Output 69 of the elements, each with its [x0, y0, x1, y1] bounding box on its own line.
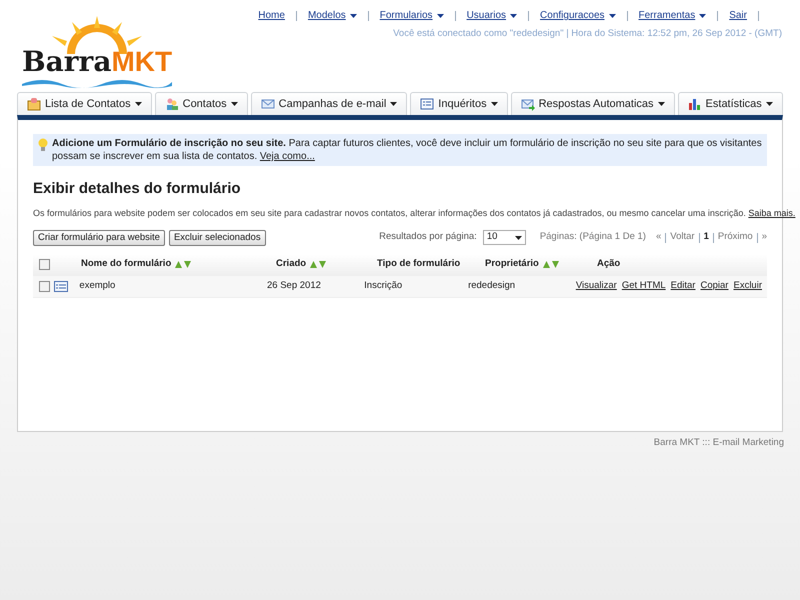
contact-list-icon — [27, 97, 41, 111]
page-title: Exibir detalhes do formulário — [33, 179, 242, 199]
login-status: Você está conectado como "rededesign" | Hora do Sistema: 12:52 pm, 26 Sep 2012 - (GMT) — [393, 27, 782, 41]
lightbulb-icon — [38, 138, 48, 152]
column-header: Ação — [597, 257, 620, 272]
caret-icon — [608, 14, 616, 18]
pager-link[interactable]: » — [762, 230, 767, 245]
see-how-link[interactable]: Veja como... — [260, 151, 315, 162]
column-header: Tipo de formulário — [377, 257, 460, 272]
caret-icon — [390, 102, 398, 106]
nav-link[interactable]: Usuarios — [466, 8, 518, 23]
caret-icon — [510, 14, 518, 18]
menu-tab[interactable]: Inquéritos — [410, 92, 508, 115]
action-link[interactable]: Excluir — [733, 280, 762, 291]
caret-icon — [658, 102, 665, 106]
nav-link[interactable]: Sair — [729, 8, 747, 23]
table-cell: rededesign — [468, 280, 516, 291]
pages-info: Páginas: (Página 1 De 1) — [540, 230, 646, 244]
nav-link[interactable]: Configuracoes — [540, 8, 616, 23]
caret-icon — [230, 102, 238, 106]
menu-tab[interactable]: Estatísticas — [678, 92, 783, 115]
logo-text: Barra — [22, 48, 112, 76]
column-header[interactable]: Criado — [276, 257, 326, 272]
toolbar-button[interactable]: Excluir selecionados — [168, 230, 266, 246]
action-link[interactable]: Copiar — [700, 280, 728, 291]
checkbox[interactable] — [39, 259, 50, 270]
form-icon — [420, 97, 434, 111]
envelope-icon — [260, 97, 275, 111]
checkbox[interactable] — [39, 280, 50, 292]
menu-tab[interactable]: Contatos — [154, 92, 248, 115]
caret-icon — [134, 102, 142, 106]
pager-link[interactable]: « — [656, 230, 662, 245]
caret-icon — [766, 102, 773, 106]
action-link[interactable]: Get HTML — [622, 280, 666, 291]
toolbar-button[interactable]: Criar formulário para website — [33, 230, 165, 246]
form-icon — [54, 280, 68, 292]
footer-text: Barra MKT ::: E-mail Marketing — [652, 436, 785, 450]
action-link[interactable]: Visualizar — [576, 280, 617, 291]
column-header[interactable]: Proprietário — [485, 257, 559, 272]
column-header[interactable]: Nome do formulário — [81, 257, 192, 272]
caret-icon — [350, 14, 357, 18]
nav-link[interactable]: Modelos — [308, 8, 357, 23]
menu-tab[interactable]: Campanhas de e-mail — [250, 92, 408, 115]
notice-text: Adicione um Formulário de inscrição no seu site. Para captar futuros clientes, você deve incluir um formulário de inscrição no seu site para que os visitantes possam se inscrever em sua lista de contatos. Veja como... — [52, 137, 762, 163]
pager-link[interactable]: Voltar — [670, 230, 695, 245]
sort-arrows-icon — [542, 261, 559, 268]
per-page-label: Resultados por página: — [379, 230, 477, 244]
table-cell: exemplo — [79, 280, 116, 291]
action-link[interactable]: Editar — [670, 280, 696, 291]
nav-link[interactable]: Formularios — [380, 8, 444, 23]
table-cell: Inscrição — [364, 280, 402, 291]
menu-tab[interactable]: Respostas Automaticas — [510, 92, 675, 115]
table-cell: 26 Sep 2012 — [267, 280, 321, 291]
people-icon — [164, 97, 179, 111]
per-page-select[interactable]: 10 — [482, 230, 526, 245]
caret-icon — [436, 14, 444, 18]
caret-icon — [490, 102, 498, 106]
menu-tab[interactable]: Lista de Contatos — [17, 92, 152, 115]
logo-text: MKT — [111, 48, 172, 76]
sort-arrows-icon — [175, 261, 192, 268]
sort-arrows-icon — [310, 261, 326, 268]
learn-more-link[interactable]: Saiba mais. — [748, 208, 796, 218]
nav-link[interactable]: Ferramentas — [638, 8, 706, 23]
caret-icon — [514, 236, 522, 240]
pager-link[interactable]: 1 — [704, 230, 709, 245]
bar-chart-icon — [688, 97, 702, 111]
pager-link[interactable]: Próximo — [718, 230, 753, 245]
nav-link[interactable]: Home — [258, 8, 285, 23]
caret-icon — [699, 14, 706, 18]
